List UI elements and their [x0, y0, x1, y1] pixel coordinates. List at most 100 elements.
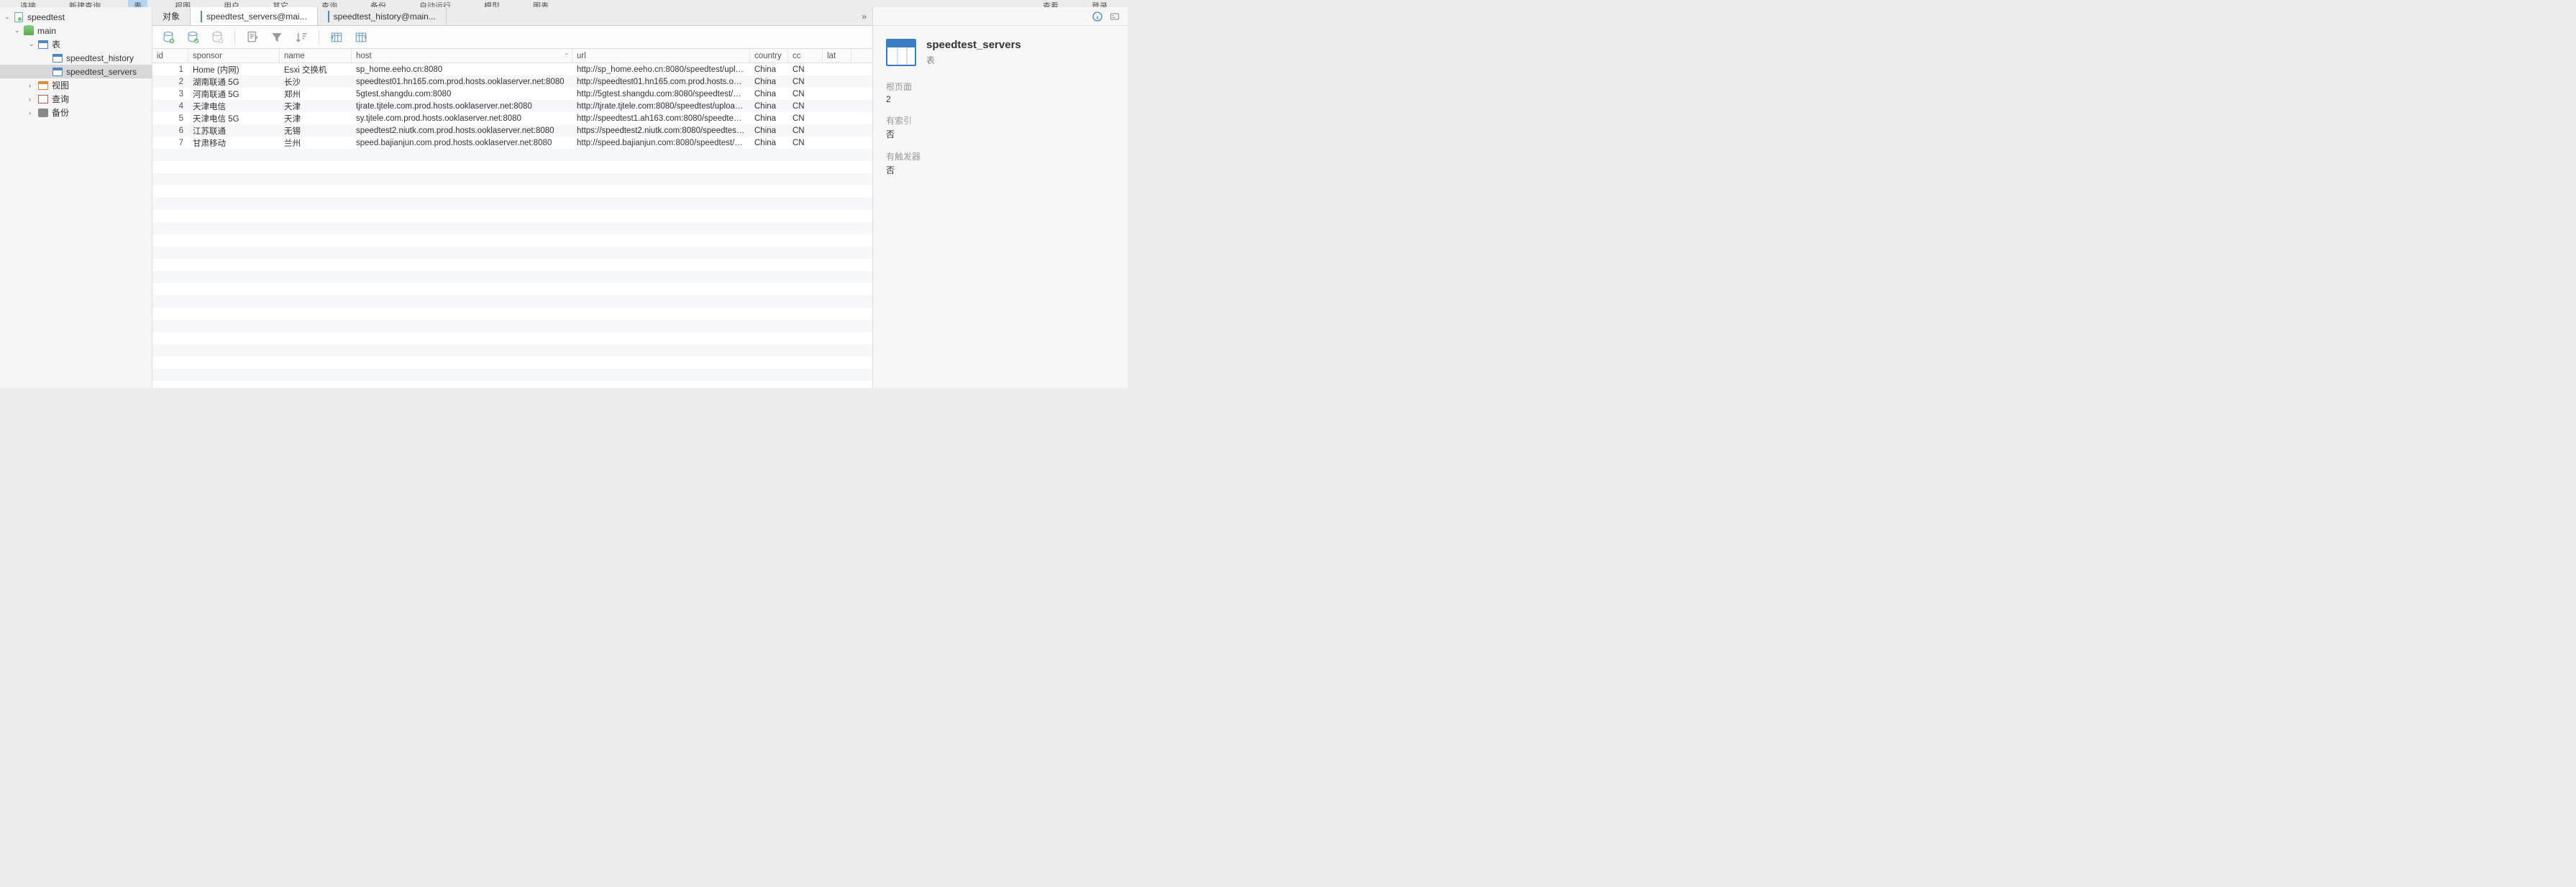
- table-row[interactable]: [152, 357, 872, 369]
- table-row[interactable]: [152, 369, 872, 381]
- col-name[interactable]: name: [280, 49, 352, 63]
- cell-id[interactable]: 4: [152, 102, 188, 111]
- cell-url[interactable]: http://5gtest.shangdu.com:8080/speedtest…: [572, 90, 750, 98]
- tree-table-history[interactable]: speedtest_history: [0, 51, 152, 65]
- cell-name[interactable]: 天津: [280, 113, 352, 124]
- cell-id[interactable]: 5: [152, 114, 188, 123]
- tab-servers[interactable]: speedtest_servers@mai...: [191, 7, 318, 25]
- cell-sponsor[interactable]: 甘肃移动: [188, 137, 280, 149]
- table-row[interactable]: [152, 295, 872, 308]
- rollback-button[interactable]: [209, 29, 226, 46]
- cell-cc[interactable]: CN: [788, 114, 823, 123]
- cell-name[interactable]: Esxi 交换机: [280, 64, 352, 75]
- table-row[interactable]: [152, 185, 872, 198]
- begin-transaction-button[interactable]: [160, 29, 177, 46]
- table-row[interactable]: [152, 149, 872, 161]
- tree-queries-group[interactable]: › 查询: [0, 92, 152, 106]
- cell-country[interactable]: China: [750, 139, 788, 147]
- table-row[interactable]: [152, 271, 872, 283]
- cell-name[interactable]: 长沙: [280, 76, 352, 88]
- table-row[interactable]: 5天津电信 5G天津sy.tjtele.com.prod.hosts.ookla…: [152, 112, 872, 124]
- cell-id[interactable]: 6: [152, 127, 188, 135]
- table-row[interactable]: [152, 381, 872, 388]
- table-row[interactable]: 2湖南联通 5G长沙speedtest01.hn165.com.prod.hos…: [152, 75, 872, 88]
- tab-objects[interactable]: 对象: [152, 7, 191, 25]
- export-button[interactable]: [352, 29, 370, 46]
- cell-sponsor[interactable]: 天津电信: [188, 101, 280, 112]
- import-button[interactable]: [328, 29, 345, 46]
- cell-cc[interactable]: CN: [788, 139, 823, 147]
- cell-id[interactable]: 3: [152, 90, 188, 98]
- cell-country[interactable]: China: [750, 114, 788, 123]
- table-row[interactable]: 1Home (内网)Esxi 交换机sp_home.eeho.cn:8080ht…: [152, 63, 872, 75]
- cell-country[interactable]: China: [750, 102, 788, 111]
- cell-url[interactable]: https://speedtest2.niutk.com:8080/speedt…: [572, 127, 750, 135]
- table-row[interactable]: [152, 308, 872, 320]
- cell-url[interactable]: http://speed.bajianjun.com:8080/speedtes…: [572, 139, 750, 147]
- table-row[interactable]: [152, 234, 872, 247]
- cell-sponsor[interactable]: 江苏联通: [188, 125, 280, 137]
- cell-host[interactable]: speed.bajianjun.com.prod.hosts.ooklaserv…: [352, 139, 572, 147]
- table-row[interactable]: [152, 283, 872, 295]
- table-row[interactable]: 7甘肃移动兰州speed.bajianjun.com.prod.hosts.oo…: [152, 137, 872, 149]
- table-row[interactable]: [152, 332, 872, 344]
- cell-host[interactable]: speedtest01.hn165.com.prod.hosts.ooklase…: [352, 78, 572, 86]
- table-row[interactable]: 6江苏联通无锡speedtest2.niutk.com.prod.hosts.o…: [152, 124, 872, 137]
- tree-database[interactable]: ⌄ main: [0, 24, 152, 37]
- ddl-icon[interactable]: [1109, 11, 1120, 22]
- table-row[interactable]: [152, 198, 872, 210]
- cell-host[interactable]: sy.tjtele.com.prod.hosts.ooklaserver.net…: [352, 114, 572, 123]
- table-row[interactable]: [152, 320, 872, 332]
- cell-cc[interactable]: CN: [788, 90, 823, 98]
- cell-name[interactable]: 郑州: [280, 88, 352, 100]
- commit-button[interactable]: [184, 29, 201, 46]
- cell-url[interactable]: http://speedtest1.ah163.com:8080/speedte…: [572, 114, 750, 123]
- info-icon[interactable]: [1092, 11, 1103, 22]
- cell-id[interactable]: 1: [152, 65, 188, 74]
- col-host[interactable]: host⌃: [352, 49, 572, 63]
- cell-cc[interactable]: CN: [788, 78, 823, 86]
- col-id[interactable]: id: [152, 49, 188, 63]
- cell-country[interactable]: China: [750, 127, 788, 135]
- table-row[interactable]: [152, 247, 872, 259]
- table-row[interactable]: 4天津电信天津tjrate.tjtele.com.prod.hosts.ookl…: [152, 100, 872, 112]
- cell-host[interactable]: 5gtest.shangdu.com:8080: [352, 90, 572, 98]
- col-url[interactable]: url: [572, 49, 750, 63]
- cell-name[interactable]: 兰州: [280, 137, 352, 149]
- cell-sponsor[interactable]: 天津电信 5G: [188, 113, 280, 124]
- cell-url[interactable]: http://speedtest01.hn165.com.prod.hosts.…: [572, 78, 750, 86]
- cell-country[interactable]: China: [750, 78, 788, 86]
- tree-table-servers[interactable]: speedtest_servers: [0, 65, 152, 78]
- table-row[interactable]: [152, 210, 872, 222]
- text-edit-button[interactable]: [244, 29, 261, 46]
- cell-id[interactable]: 7: [152, 139, 188, 147]
- cell-url[interactable]: http://tjrate.tjtele.com:8080/speedtest/…: [572, 102, 750, 111]
- tabs-overflow[interactable]: »: [862, 7, 872, 25]
- cell-cc[interactable]: CN: [788, 102, 823, 111]
- table-row[interactable]: [152, 161, 872, 173]
- cell-sponsor[interactable]: 湖南联通 5G: [188, 76, 280, 88]
- col-sponsor[interactable]: sponsor: [188, 49, 280, 63]
- table-row[interactable]: [152, 259, 872, 271]
- tree-tables-group[interactable]: ⌄ 表: [0, 37, 152, 51]
- cell-country[interactable]: China: [750, 90, 788, 98]
- col-cc[interactable]: cc: [788, 49, 823, 63]
- table-row[interactable]: [152, 222, 872, 234]
- filter-button[interactable]: [268, 29, 286, 46]
- cell-name[interactable]: 无锡: [280, 125, 352, 137]
- cell-id[interactable]: 2: [152, 78, 188, 86]
- tree-views-group[interactable]: › 视图: [0, 78, 152, 92]
- col-country[interactable]: country: [750, 49, 788, 63]
- cell-name[interactable]: 天津: [280, 101, 352, 112]
- cell-url[interactable]: http://sp_home.eeho.cn:8080/speedtest/up…: [572, 65, 750, 74]
- col-lat[interactable]: lat: [823, 49, 851, 63]
- tree-backups-group[interactable]: › 备份: [0, 106, 152, 119]
- cell-sponsor[interactable]: 河南联通 5G: [188, 88, 280, 100]
- cell-cc[interactable]: CN: [788, 127, 823, 135]
- table-row[interactable]: 3河南联通 5G郑州5gtest.shangdu.com:8080http://…: [152, 88, 872, 100]
- tree-connection[interactable]: ⌄ speedtest: [0, 10, 152, 24]
- cell-host[interactable]: tjrate.tjtele.com.prod.hosts.ooklaserver…: [352, 102, 572, 111]
- cell-sponsor[interactable]: Home (内网): [188, 64, 280, 75]
- cell-cc[interactable]: CN: [788, 65, 823, 74]
- cell-host[interactable]: speedtest2.niutk.com.prod.hosts.ooklaser…: [352, 127, 572, 135]
